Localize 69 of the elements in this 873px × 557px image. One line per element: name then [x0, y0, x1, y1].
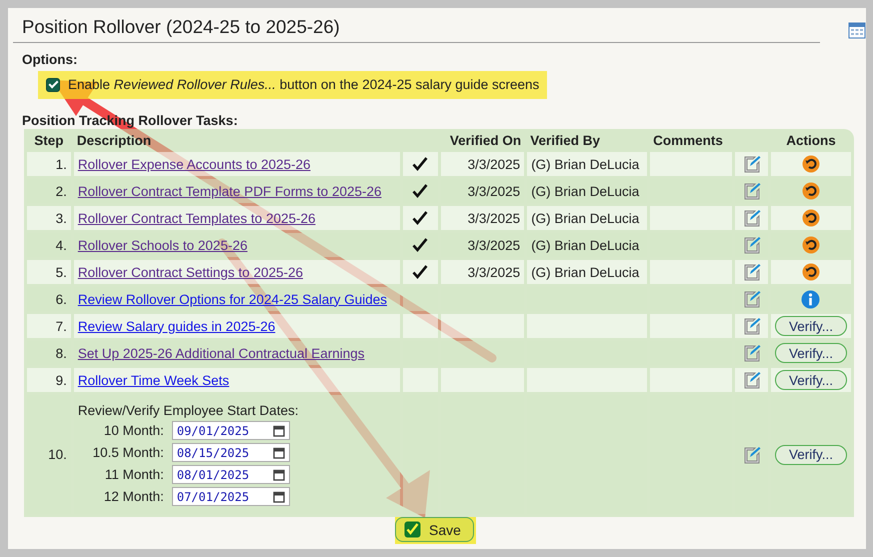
date-field[interactable]: 09/01/2025	[172, 421, 290, 440]
column-header: Actions	[786, 133, 836, 148]
edit-icon[interactable]	[742, 344, 760, 362]
verified-date: 3/3/2025	[468, 238, 520, 252]
date-label: 10 Month:	[102, 423, 164, 438]
step-number: 4.	[56, 238, 67, 252]
step-number: 8.	[56, 346, 67, 360]
verified-date: 3/3/2025	[468, 184, 520, 198]
info-icon[interactable]	[801, 290, 820, 308]
date-label: 10.5 Month:	[92, 445, 164, 460]
verify-button[interactable]: Verify...	[774, 343, 847, 363]
verified-date: 3/3/2025	[468, 210, 520, 226]
verify-button[interactable]: Verify...	[774, 316, 847, 336]
task-link[interactable]: Set Up 2025-26 Additional Contractual Earnings	[78, 346, 365, 360]
page-title: Position Rollover (2024-25 to 2025-26)	[13, 16, 820, 43]
task-link[interactable]: Rollover Contract Template PDF Forms to 2025-26	[78, 184, 382, 198]
verify-button[interactable]: Verify...	[774, 444, 847, 464]
undo-icon[interactable]	[802, 209, 820, 227]
verifier-name: (G) Brian DeLucia	[531, 184, 640, 198]
undo-icon[interactable]	[802, 236, 820, 254]
edit-icon[interactable]	[742, 263, 760, 281]
edit-icon[interactable]	[742, 236, 760, 254]
step-number: 2.	[56, 184, 67, 198]
undo-icon[interactable]	[802, 263, 820, 281]
column-header: Description	[76, 133, 152, 148]
verifier-name: (G) Brian DeLucia	[531, 156, 640, 172]
calendar-icon[interactable]	[272, 468, 285, 480]
date-label: 12 Month:	[102, 489, 164, 504]
task-description: Review/Verify Employee Start Dates:	[78, 403, 300, 418]
verified-date: 3/3/2025	[468, 264, 520, 280]
edit-icon[interactable]	[742, 209, 760, 227]
column-header: Step	[34, 133, 64, 148]
step-number: 3.	[56, 210, 67, 226]
date-field[interactable]: 08/01/2025	[172, 465, 290, 484]
date-field[interactable]: 07/01/2025	[172, 487, 290, 506]
calendar-icon[interactable]	[272, 446, 285, 458]
checkbox-label: Enable Reviewed Rollover Rules... button on the 2024-25 salary guide screens	[68, 77, 540, 92]
enable-checkbox[interactable]	[46, 78, 60, 92]
step-number: 7.	[56, 318, 67, 334]
task-link[interactable]: Rollover Schools to 2025-26	[78, 238, 248, 252]
edit-icon[interactable]	[742, 446, 760, 464]
column-header: Verified By	[530, 133, 600, 148]
column-header: Comments	[653, 133, 723, 148]
column-header: Verified On	[450, 133, 522, 148]
step-number: 10.	[48, 447, 67, 462]
verifier-name: (G) Brian DeLucia	[531, 238, 640, 252]
step-number: 9.	[56, 372, 67, 388]
calendar-icon[interactable]	[272, 424, 285, 436]
edit-icon[interactable]	[742, 182, 760, 200]
save-button[interactable]: Save	[395, 517, 474, 542]
checkmark-icon	[404, 521, 422, 538]
verify-button[interactable]: Verify...	[774, 370, 847, 390]
edit-icon[interactable]	[742, 317, 760, 335]
undo-icon[interactable]	[802, 182, 820, 200]
edit-icon[interactable]	[742, 371, 760, 389]
undo-icon[interactable]	[802, 155, 820, 173]
verifier-name: (G) Brian DeLucia	[531, 210, 640, 226]
date-field[interactable]: 08/15/2025	[172, 443, 290, 462]
date-label: 11 Month:	[104, 467, 164, 482]
edit-icon[interactable]	[742, 290, 760, 308]
verified-date: 3/3/2025	[468, 156, 520, 172]
verifier-name: (G) Brian DeLucia	[531, 264, 640, 280]
step-number: 6.	[56, 292, 67, 306]
edit-icon[interactable]	[742, 155, 760, 173]
task-link[interactable]: Review Rollover Options for 2024-25 Salary Guides	[78, 292, 388, 306]
calendar-icon[interactable]	[272, 490, 285, 502]
options-label: Options:	[22, 52, 78, 67]
step-number: 5.	[56, 264, 67, 280]
step-number: 1.	[56, 156, 67, 172]
